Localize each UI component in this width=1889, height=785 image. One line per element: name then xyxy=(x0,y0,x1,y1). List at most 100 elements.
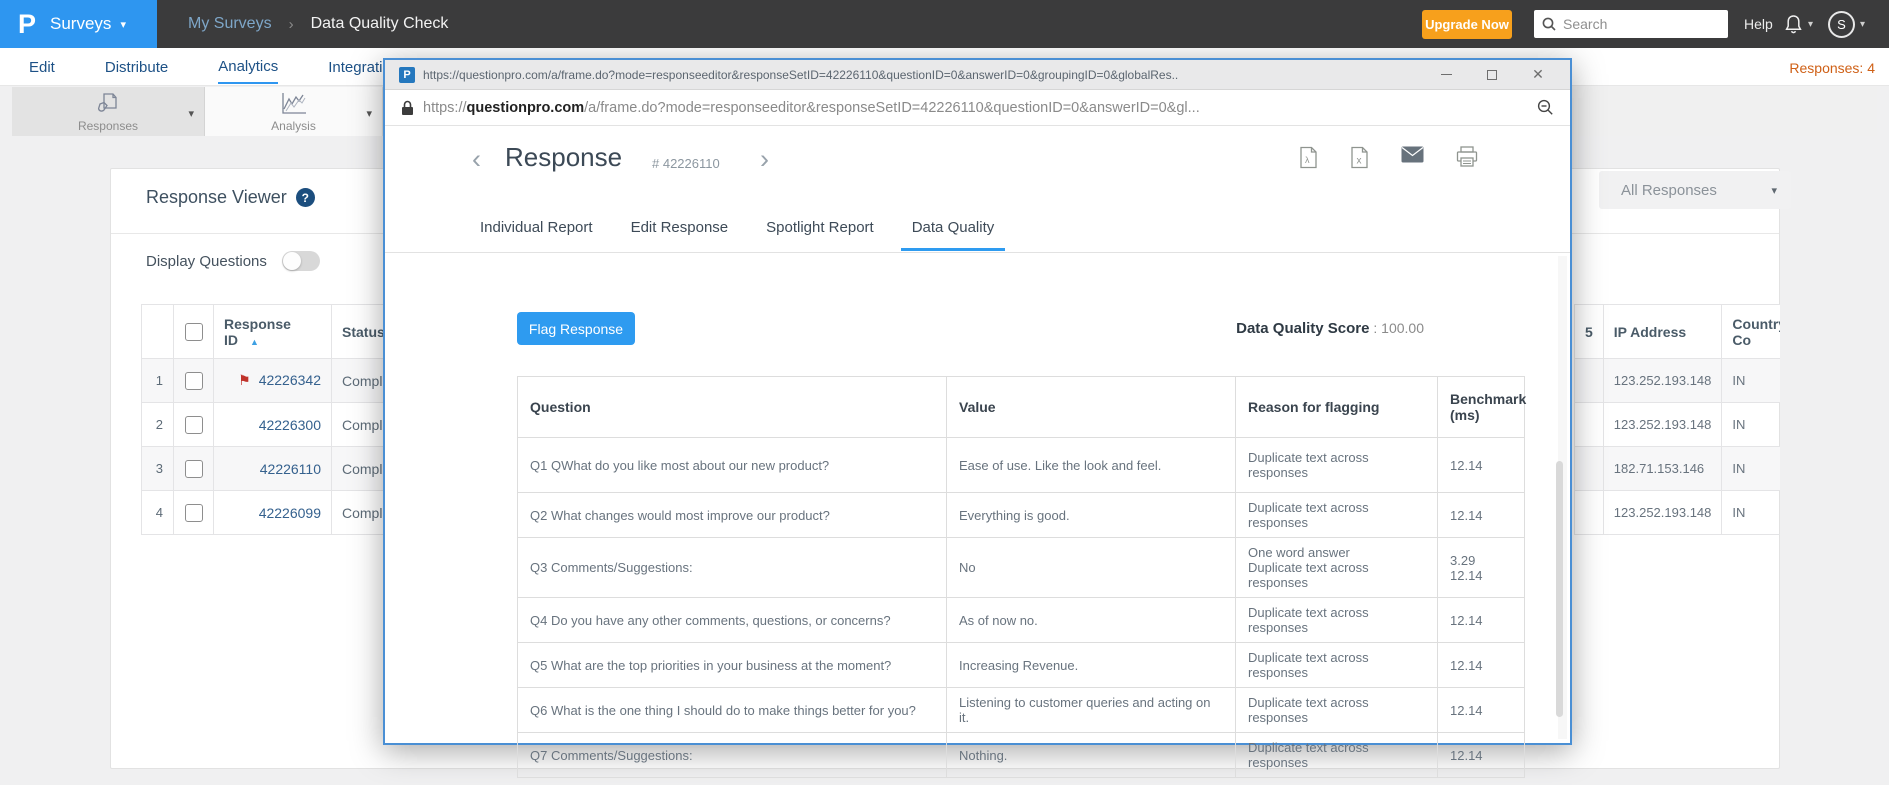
toolbar-tab-analysis[interactable]: Analysis ▾ xyxy=(205,87,383,136)
table-row: Q6 What is the one thing I should do to … xyxy=(518,688,1525,733)
response-id-link[interactable]: 42226110 xyxy=(260,461,321,477)
page-title: Response Viewer xyxy=(146,187,287,208)
response-header: ‹ Response # 42226110 › λ x xyxy=(385,126,1570,207)
question-cell: Q4 Do you have any other comments, quest… xyxy=(518,598,947,643)
row-checkbox[interactable] xyxy=(185,504,203,522)
reason-cell: Duplicate text across responses xyxy=(1236,493,1438,538)
product-name: Surveys xyxy=(50,14,111,34)
filter-selected-value: All Responses xyxy=(1621,182,1771,199)
table-row: 123.252.193.148IN xyxy=(1575,359,1781,403)
country-code-cell: IN xyxy=(1722,359,1780,403)
response-id-link[interactable]: 42226300 xyxy=(259,417,321,433)
chevron-down-icon: ▾ xyxy=(1771,184,1777,197)
benchmark-cell: 12.14 xyxy=(1438,733,1525,778)
response-editor-window: P https://questionpro.com/a/frame.do?mod… xyxy=(383,58,1572,745)
svg-text:λ: λ xyxy=(1305,155,1310,165)
question-header: Question xyxy=(518,377,947,438)
table-row: Q3 Comments/Suggestions:NoOne word answe… xyxy=(518,538,1525,598)
divider xyxy=(385,252,1570,253)
global-search[interactable] xyxy=(1534,10,1728,38)
response-id-link[interactable]: 42226342 xyxy=(259,372,321,388)
reason-cell: Duplicate text across responses xyxy=(1236,438,1438,493)
truncated-column-header: 5 xyxy=(1575,305,1604,359)
country-code-cell: IN xyxy=(1722,447,1780,491)
value-cell: Nothing. xyxy=(947,733,1236,778)
help-link[interactable]: Help xyxy=(1744,0,1773,48)
benchmark-cell: 12.14 xyxy=(1438,688,1525,733)
nav-item-edit[interactable]: Edit xyxy=(29,50,55,83)
window-titlebar[interactable]: P https://questionpro.com/a/frame.do?mod… xyxy=(385,60,1570,90)
notifications-menu[interactable]: ▾ xyxy=(1784,0,1813,48)
minimize-button[interactable] xyxy=(1438,67,1454,83)
responses-table-right-fragment: 5 IP Address Country Co 123.252.193.148I… xyxy=(1574,304,1780,535)
zoom-out-icon[interactable] xyxy=(1537,99,1554,116)
response-id-header[interactable]: Response ID▲ xyxy=(214,305,332,359)
table-row: 123.252.193.148IN xyxy=(1575,403,1781,447)
row-checkbox[interactable] xyxy=(185,416,203,434)
ip-address-cell: 123.252.193.148 xyxy=(1603,403,1722,447)
upgrade-now-button[interactable]: Upgrade Now xyxy=(1422,10,1512,39)
chevron-down-icon: ▾ xyxy=(1860,19,1865,30)
scrollbar-thumb[interactable] xyxy=(1556,461,1563,717)
responses-count: Responses: 4 xyxy=(1789,60,1875,76)
value-cell: Ease of use. Like the look and feel. xyxy=(947,438,1236,493)
ip-address-cell: 123.252.193.148 xyxy=(1603,359,1722,403)
analysis-icon xyxy=(279,91,309,117)
display-questions-toggle[interactable] xyxy=(282,251,320,271)
chevron-down-icon: ▾ xyxy=(120,18,126,31)
select-all-checkbox[interactable] xyxy=(185,323,203,341)
search-input[interactable] xyxy=(1563,16,1713,32)
lock-icon xyxy=(401,100,414,116)
row-number: 2 xyxy=(142,403,174,447)
previous-response-button[interactable]: ‹ xyxy=(472,146,481,173)
close-button[interactable]: ✕ xyxy=(1530,67,1546,83)
account-menu[interactable]: S ▾ xyxy=(1828,0,1865,48)
response-id-link[interactable]: 42226099 xyxy=(259,505,321,521)
table-row: Q1 QWhat do you like most about our new … xyxy=(518,438,1525,493)
email-icon[interactable] xyxy=(1401,146,1424,163)
breadcrumb-my-surveys[interactable]: My Surveys xyxy=(188,15,272,33)
modal-tabs: Individual Report Edit Response Spotlight … xyxy=(469,207,1005,251)
row-number: 4 xyxy=(142,491,174,535)
top-header: P Surveys ▾ My Surveys › Data Quality Ch… xyxy=(0,0,1889,48)
avatar: S xyxy=(1828,11,1855,38)
row-checkbox[interactable] xyxy=(185,460,203,478)
question-cell: Q7 Comments/Suggestions: xyxy=(518,733,947,778)
row-checkbox[interactable] xyxy=(185,372,203,390)
product-switcher[interactable]: P Surveys ▾ xyxy=(0,0,157,48)
address-url: https://questionpro.com/a/frame.do?mode=… xyxy=(423,100,1537,116)
tab-edit-response[interactable]: Edit Response xyxy=(620,207,740,251)
export-excel-icon[interactable]: x xyxy=(1350,146,1369,169)
help-icon[interactable]: ? xyxy=(296,188,315,207)
maximize-button[interactable] xyxy=(1484,67,1500,83)
value-cell: Everything is good. xyxy=(947,493,1236,538)
tab-data-quality[interactable]: Data Quality xyxy=(901,207,1006,251)
scrollbar-track[interactable] xyxy=(1558,256,1567,739)
table-row: 182.71.153.146IN xyxy=(1575,447,1781,491)
reason-cell: Duplicate text across responses xyxy=(1236,643,1438,688)
toggle-knob xyxy=(283,252,301,270)
print-icon[interactable] xyxy=(1456,146,1478,167)
nav-item-distribute[interactable]: Distribute xyxy=(105,50,168,83)
next-response-button[interactable]: › xyxy=(760,146,769,173)
flag-response-button[interactable]: Flag Response xyxy=(517,312,635,345)
response-filter-dropdown[interactable]: All Responses ▾ xyxy=(1599,171,1791,209)
tab-spotlight-report[interactable]: Spotlight Report xyxy=(755,207,885,251)
row-number-header xyxy=(142,305,174,359)
ip-address-header[interactable]: IP Address xyxy=(1603,305,1722,359)
question-cell: Q1 QWhat do you like most about our new … xyxy=(518,438,947,493)
tab-individual-report[interactable]: Individual Report xyxy=(469,207,604,251)
response-title: Response xyxy=(505,142,622,173)
data-quality-score: Data Quality Score : 100.00 xyxy=(1236,320,1424,337)
questionpro-favicon-icon: P xyxy=(399,67,415,83)
address-bar[interactable]: https://questionpro.com/a/frame.do?mode=… xyxy=(385,90,1570,126)
maximize-icon xyxy=(1487,70,1497,80)
country-code-header[interactable]: Country Co xyxy=(1722,305,1780,359)
export-pdf-icon[interactable]: λ xyxy=(1299,146,1318,169)
toolbar-tab-responses[interactable]: Responses ▾ xyxy=(12,87,205,136)
nav-item-analytics[interactable]: Analytics xyxy=(218,49,278,84)
response-number: # 42226110 xyxy=(652,156,720,171)
breadcrumb: My Surveys › Data Quality Check xyxy=(188,0,448,48)
sort-asc-icon: ▲ xyxy=(250,337,259,347)
reason-cell: Duplicate text across responses xyxy=(1236,733,1438,778)
